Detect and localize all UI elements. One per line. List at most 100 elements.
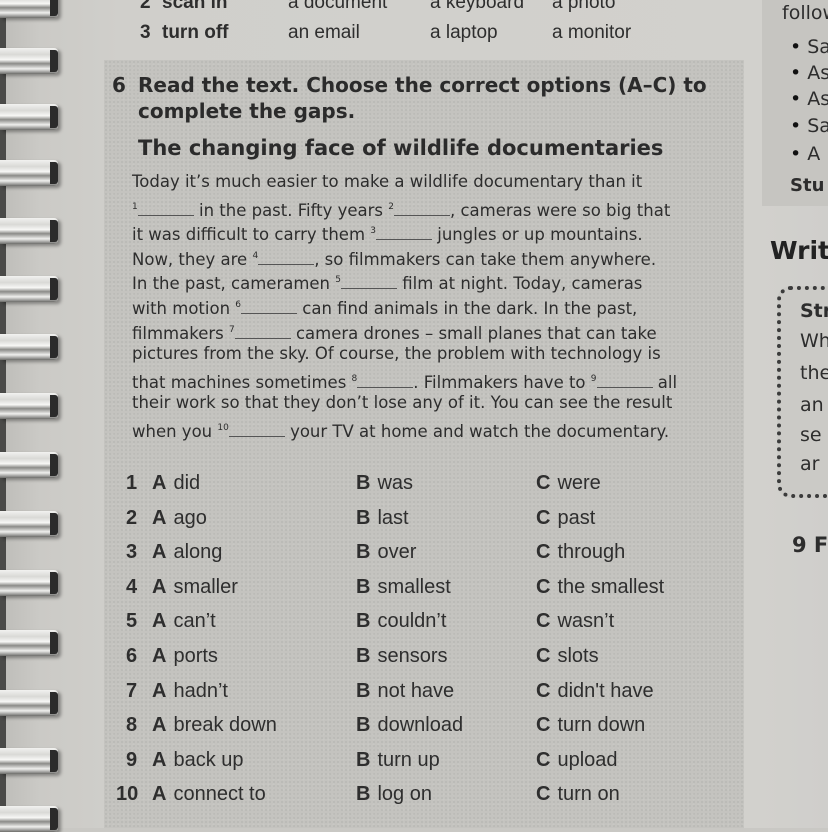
passage-text: pictures from the sky. Of course, the pr…: [132, 344, 661, 364]
sidebar-text: follow: [782, 2, 828, 24]
answer-gap[interactable]: [596, 373, 653, 388]
option-text: hadn’t: [173, 679, 228, 702]
option-letter: B: [356, 714, 371, 737]
answer-gap[interactable]: [137, 201, 194, 216]
option-a[interactable]: Adid: [152, 472, 200, 495]
option-letter: A: [152, 541, 167, 564]
sidebar-bullet: As: [790, 88, 828, 110]
answer-gap[interactable]: [394, 201, 450, 216]
option-b[interactable]: Blast: [356, 507, 409, 530]
passage-text: In the past, cameramen: [132, 274, 336, 294]
option-a[interactable]: Aports: [152, 645, 218, 668]
option-letter: C: [536, 575, 551, 598]
option-c[interactable]: Cslots: [536, 645, 599, 668]
option-letter: C: [536, 714, 551, 737]
answer-gap[interactable]: [241, 299, 298, 314]
option-text: download: [377, 714, 464, 737]
option-row: 3 Aalong Bover Cthrough: [116, 541, 716, 576]
passage-text: , cameras were so big that: [450, 200, 671, 220]
option-a[interactable]: Acan’t: [152, 610, 216, 633]
option-a[interactable]: Asmaller: [152, 576, 238, 599]
option-text: smaller: [173, 575, 238, 598]
option-letter: C: [536, 644, 551, 667]
answer-gap[interactable]: [357, 373, 414, 388]
option-b[interactable]: Bcouldn’t: [356, 610, 446, 633]
option-letter: C: [536, 506, 551, 529]
strategy-line: the: [800, 362, 828, 384]
option-c[interactable]: Cwasn’t: [536, 610, 614, 633]
option-letter: A: [152, 575, 167, 598]
option-row: 1 Adid Bwas Cwere: [116, 472, 716, 507]
previous-exercise-row: 2 scan in a document a keyboard a photo: [140, 0, 740, 18]
option-c[interactable]: Cthe smallest: [536, 576, 664, 599]
spiral-ring: [0, 748, 58, 774]
sidebar-bullet: Sa: [790, 115, 828, 137]
option-c[interactable]: Cpast: [536, 507, 595, 530]
writing-heading: Writ: [770, 236, 828, 265]
option-letter: B: [356, 506, 371, 529]
answer-gap[interactable]: [234, 324, 291, 339]
option-b[interactable]: Blog on: [356, 783, 432, 806]
option-b[interactable]: Bsensors: [356, 645, 447, 668]
option-b[interactable]: Bnot have: [356, 680, 454, 703]
row-option: a document: [288, 0, 388, 13]
sidebar-bullet: A: [790, 143, 820, 165]
option-a[interactable]: Abreak down: [152, 714, 277, 737]
answer-gap[interactable]: [376, 225, 432, 241]
option-a[interactable]: Aback up: [152, 749, 244, 772]
option-c[interactable]: Cturn on: [536, 783, 620, 806]
spiral-ring: [0, 690, 58, 716]
strategy-line: ar: [800, 453, 820, 475]
question-number: 7: [126, 679, 138, 702]
option-text: break down: [173, 714, 277, 737]
answer-gap[interactable]: [341, 274, 397, 290]
option-b[interactable]: Bsmallest: [356, 576, 451, 599]
option-c[interactable]: Cdidn't have: [536, 680, 654, 703]
option-text: were: [557, 472, 601, 494]
sidebar-label: Stu: [790, 175, 825, 196]
option-text: ago: [173, 506, 207, 529]
exercise-instruction-line-1: Read the text. Choose the correct option…: [138, 73, 707, 97]
option-row: 2 Aago Blast Cpast: [116, 507, 716, 542]
option-text: was: [377, 472, 414, 494]
option-a[interactable]: Aconnect to: [152, 783, 266, 806]
option-text: turn on: [557, 783, 620, 806]
option-text: over: [377, 541, 417, 564]
passage-text: jungles or up mountains.: [432, 225, 643, 245]
option-row: 10 Aconnect to Blog on Cturn on: [116, 783, 716, 818]
option-a[interactable]: Ahadn’t: [152, 680, 228, 703]
option-letter: B: [356, 575, 371, 598]
option-b[interactable]: Bover: [356, 541, 416, 564]
option-text: not have: [377, 679, 455, 702]
option-c[interactable]: Cturn down: [536, 714, 645, 737]
option-letter: A: [152, 506, 167, 529]
option-letter: A: [152, 644, 167, 667]
passage-line: their work so that they don’t lose any o…: [132, 391, 744, 416]
row-verb: turn off: [162, 22, 229, 43]
passage-line: that machines sometimes 8. Filmmakers ha…: [132, 367, 744, 392]
row-option: an email: [288, 22, 360, 43]
option-b[interactable]: Bdownload: [356, 714, 463, 737]
answer-gap[interactable]: [228, 422, 285, 437]
option-letter: A: [152, 679, 167, 702]
passage-line: pictures from the sky. Of course, the pr…: [132, 342, 744, 367]
option-a[interactable]: Aalong: [152, 541, 222, 564]
option-text: along: [173, 541, 223, 564]
option-b[interactable]: Bwas: [356, 472, 413, 495]
passage-text: , so filmmakers can take them anywhere.: [314, 249, 657, 269]
spiral-ring: [0, 218, 58, 244]
row-number: 3: [140, 22, 151, 43]
option-b[interactable]: Bturn up: [356, 749, 440, 772]
sidebar-bullet: Sa: [790, 36, 828, 58]
option-c[interactable]: Cthrough: [536, 541, 625, 564]
passage-text: that machines sometimes: [132, 372, 352, 392]
passage-text: camera drones – small planes that can ta…: [290, 323, 657, 343]
question-number: 5: [126, 610, 138, 633]
option-c[interactable]: Cupload: [536, 749, 618, 772]
spiral-ring: [0, 630, 58, 656]
passage-text: with motion: [132, 298, 236, 318]
answer-gap[interactable]: [258, 250, 315, 265]
option-c[interactable]: Cwere: [536, 472, 601, 495]
option-text: did: [173, 472, 201, 494]
option-a[interactable]: Aago: [152, 507, 207, 530]
